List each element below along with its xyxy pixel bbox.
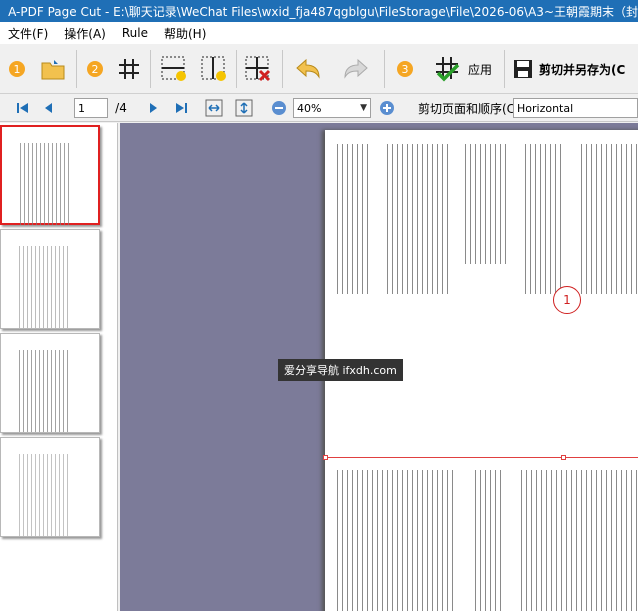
grid-icon	[119, 59, 139, 79]
cut-line-handle-mid[interactable]	[561, 455, 566, 460]
folder-icon	[41, 60, 65, 80]
fit-width-icon	[205, 99, 223, 117]
first-page-button[interactable]	[14, 98, 32, 118]
svg-text:2: 2	[92, 63, 99, 76]
zoom-value: 40%	[297, 101, 322, 115]
thumbnail-page-1[interactable]	[0, 125, 100, 225]
fit-height-icon	[235, 99, 253, 117]
cut-order-value: Horizontal	[517, 101, 574, 115]
apply-button[interactable]: 应用	[430, 52, 496, 86]
menu-rule[interactable]: Rule	[114, 26, 156, 40]
chevron-down-icon: ▼	[360, 103, 367, 113]
cut-line-handle-left[interactable]	[323, 455, 328, 460]
fit-height-button[interactable]	[234, 98, 254, 118]
cut-order-select[interactable]: Horizontal	[513, 98, 638, 118]
navigation-toolbar: /4 40% ▼ 剪切页面和顺序(C Horizontal	[0, 94, 638, 122]
window-title: A-PDF Page Cut - E:\聊天记录\WeChat Files\wx…	[8, 4, 638, 19]
horizontal-cut-line[interactable]	[325, 457, 638, 458]
apply-grid-check-icon	[435, 57, 460, 82]
apply-label: 应用	[467, 62, 492, 77]
last-page-icon	[176, 103, 187, 113]
fit-width-button[interactable]	[204, 98, 224, 118]
save-disk-icon	[514, 60, 532, 78]
zoom-out-icon	[272, 101, 286, 115]
undo-icon	[296, 58, 320, 79]
cut-region-marker: 1	[553, 286, 581, 314]
next-page-icon	[150, 103, 157, 113]
step3-badge-icon: 3	[392, 52, 418, 86]
menu-file[interactable]: 文件(F)	[0, 25, 56, 42]
menu-bar: 文件(F) 操作(A) Rule 帮助(H)	[0, 22, 638, 44]
page-canvas[interactable]: 1 爱分享导航 ifxdh.com	[120, 123, 638, 611]
thumbnail-page-2[interactable]	[0, 229, 100, 329]
prev-page-button[interactable]	[40, 98, 56, 118]
delete-cut-button[interactable]	[240, 52, 276, 86]
add-vertical-cut-button[interactable]	[196, 52, 232, 86]
zoom-select[interactable]: 40% ▼	[293, 98, 371, 118]
zoom-out-button[interactable]	[270, 98, 288, 118]
thumbnail-page-4[interactable]	[0, 437, 100, 537]
add-hcut-icon	[161, 56, 186, 81]
page-total: /4	[115, 101, 127, 115]
menu-help[interactable]: 帮助(H)	[156, 25, 214, 42]
watermark-label: 爱分享导航 ifxdh.com	[278, 359, 403, 381]
zoom-in-button[interactable]	[378, 98, 396, 118]
last-page-button[interactable]	[172, 98, 190, 118]
add-horizontal-cut-button[interactable]	[156, 52, 192, 86]
main-toolbar: 1 2 3 应用 剪切并另存为(C	[0, 44, 638, 94]
next-page-button[interactable]	[146, 98, 162, 118]
add-vcut-icon	[201, 56, 226, 81]
cut-and-save-label: 剪切并另存为(C	[539, 62, 626, 77]
thumbnail-sidebar: 1 2 3 4	[0, 123, 118, 611]
first-page-icon	[17, 103, 28, 113]
cut-order-label: 剪切页面和顺序(C	[418, 101, 514, 116]
delete-cut-icon	[245, 56, 271, 82]
svg-text:3: 3	[402, 63, 409, 76]
svg-text:1: 1	[14, 63, 21, 76]
redo-icon	[344, 58, 368, 79]
grid-button[interactable]	[112, 52, 146, 86]
zoom-in-icon	[380, 101, 394, 115]
menu-action[interactable]: 操作(A)	[56, 25, 114, 42]
step2-badge-icon: 2	[82, 52, 108, 86]
open-folder-button[interactable]	[36, 52, 70, 86]
title-bar: A-PDF Page Cut - E:\聊天记录\WeChat Files\wx…	[0, 0, 638, 22]
cut-and-save-button[interactable]: 剪切并另存为(C	[512, 52, 638, 86]
prev-page-icon	[45, 103, 52, 113]
thumbnail-page-3[interactable]	[0, 333, 100, 433]
undo-button[interactable]	[290, 52, 326, 86]
step1-badge-icon: 1	[4, 52, 30, 86]
redo-button[interactable]	[338, 52, 374, 86]
page-number-input[interactable]	[74, 98, 108, 118]
